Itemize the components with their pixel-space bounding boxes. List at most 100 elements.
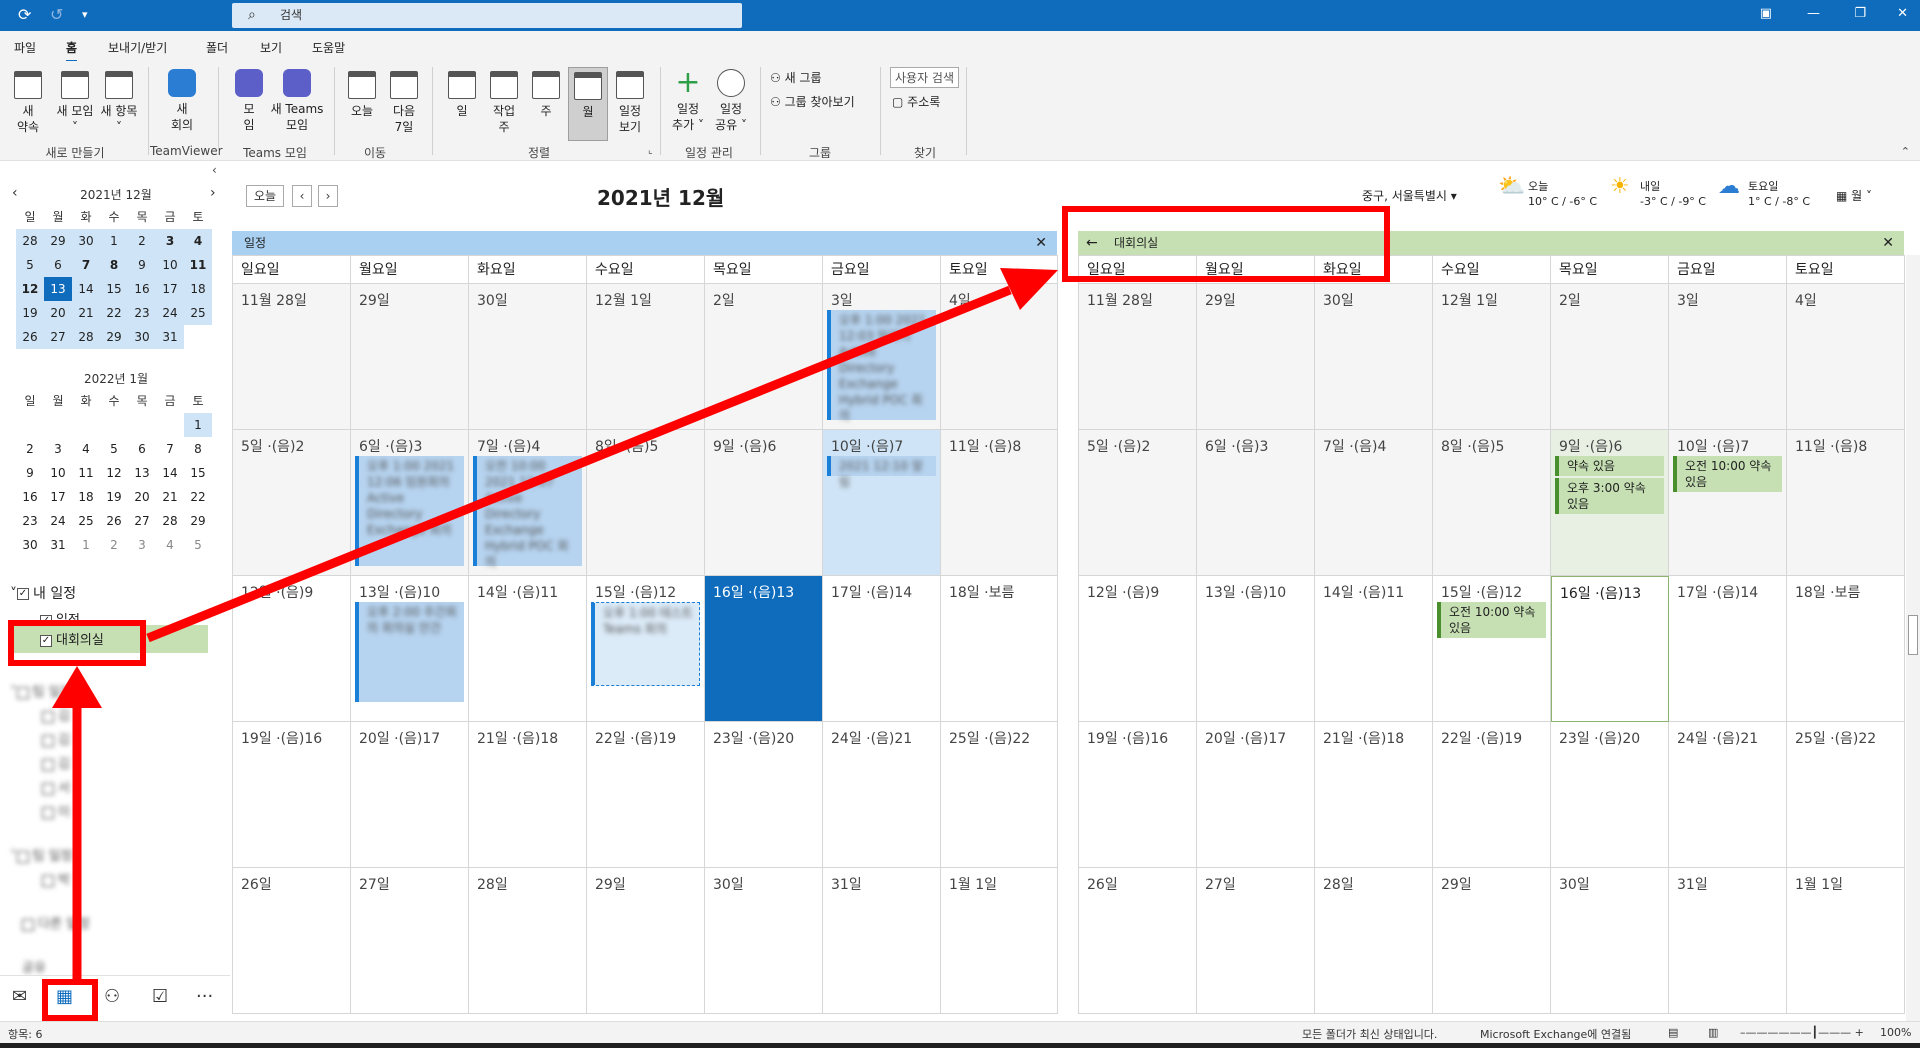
calendar-event[interactable]: 2021 12:10 알림 [827,456,936,489]
close-icon[interactable]: ✕ [1035,231,1047,255]
mini-calendar-day[interactable]: 12 [16,277,44,301]
next-7-days-button[interactable]: 다음 7일 [386,71,422,135]
folder-item[interactable]: 서 [42,777,70,796]
day-cell[interactable]: 30일 [469,284,587,430]
mini-calendar-day[interactable]: 21 [156,485,184,509]
mini-calendar-day[interactable]: 20 [44,301,72,325]
add-calendar-button[interactable]: + 일정 추가 ˅ [670,68,706,133]
folder-item[interactable]: 김 [42,753,70,772]
next-button[interactable]: › [318,185,338,207]
mini-calendar-day[interactable]: 10 [44,461,72,485]
mini-calendar-day[interactable]: 14 [72,277,100,301]
day-cell[interactable]: 18일 ·보름 [941,576,1058,722]
day-cell[interactable]: 11월 28일 [233,284,351,430]
mini-calendar-day[interactable]: 18 [72,485,100,509]
menu-send-receive[interactable]: 보내기/받기 [108,39,167,56]
mini-calendar-day[interactable]: 3 [44,437,72,461]
calendar-event[interactable]: 오후 1:00 테스트 Teams 회의 [591,602,700,686]
menu-home[interactable]: 홈 [66,39,78,62]
mini-calendar-day[interactable]: 25 [72,509,100,533]
folder-item[interactable]: 이 [42,801,70,820]
calendar-event[interactable]: 오전 10:00 약속 있음 [1673,456,1782,492]
mini-calendar-day[interactable]: 6 [44,253,72,277]
mini-calendar-day[interactable]: 30 [72,229,100,253]
day-cell[interactable]: 1월 1일 [941,868,1058,1014]
mini-calendar-day[interactable]: 3 [128,533,156,557]
day-cell[interactable]: 18일 ·보름 [1787,576,1905,722]
day-cell[interactable]: 19일 ·(음)16 [1079,722,1197,868]
day-cell[interactable]: 4일 [1787,284,1905,430]
mini-calendar-day[interactable]: 29 [184,509,212,533]
mini-calendar-day[interactable]: 27 [44,325,72,349]
view-week-button[interactable]: 주 [528,71,564,119]
mini-calendar-day[interactable]: 15 [100,277,128,301]
mini-calendar-day[interactable]: 23 [128,301,156,325]
day-cell[interactable]: 16일 ·(음)13 [1551,576,1669,722]
new-meeting-button[interactable]: 새 모임 ˅ [52,71,98,135]
scrollbar-thumb[interactable] [1908,615,1918,655]
mini-calendar-day[interactable]: 3 [156,229,184,253]
day-cell[interactable]: 20일 ·(음)17 [1197,722,1315,868]
collapse-pane-icon[interactable]: ‹ [212,163,217,177]
day-cell[interactable]: 29일 [351,284,469,430]
day-cell[interactable]: 20일 ·(음)17 [351,722,469,868]
day-cell[interactable]: 14일 ·(음)11 [1315,576,1433,722]
day-cell[interactable]: 8일 ·(음)5 [587,430,705,576]
mini-calendar-day[interactable]: 7 [156,437,184,461]
day-cell[interactable]: 21일 ·(음)18 [469,722,587,868]
close-icon[interactable]: ✕ [1897,6,1908,21]
mini-calendar-day[interactable]: 19 [16,301,44,325]
mini-calendar-day[interactable]: 26 [100,509,128,533]
folder-group-my-calendars[interactable]: ˅ ✓ 내 일정 [10,583,76,603]
mini-calendar-day[interactable]: 30 [128,325,156,349]
ribbon-display-icon[interactable]: ▣ [1760,6,1772,21]
minimize-icon[interactable]: — [1807,6,1820,21]
calendar-event[interactable]: 오후 3:00 약속 있음 [1555,478,1664,514]
day-cell[interactable]: 23일 ·(음)20 [1551,722,1669,868]
mini-calendar-day[interactable]: 27 [128,509,156,533]
view-month-button[interactable]: 월 [568,67,608,141]
day-cell[interactable]: 15일 ·(음)12 오후 1:00 테스트 Teams 회의 [587,576,705,722]
quick-access-chevron-icon[interactable]: ▾ [82,8,88,21]
folder-other[interactable]: 다른 일정 [22,913,90,932]
mini-calendar-day[interactable]: 9 [16,461,44,485]
mini-calendar-day[interactable]: 14 [156,461,184,485]
day-cell[interactable]: 11일 ·(음)8 [941,430,1058,576]
day-cell[interactable]: 10일 ·(음)7 오전 10:00 약속 있음 [1669,430,1787,576]
mini-calendar-day[interactable]: 1 [184,413,212,437]
folder-group-team[interactable]: ˅ 팀 일정 [10,681,73,700]
teams-meeting-button[interactable]: 모 임 [232,69,266,133]
day-cell[interactable]: 3일 오후 1:00 2021 12:03 알리미 Active Director… [823,284,941,430]
day-cell[interactable]: 28일 [469,868,587,1014]
mini-calendar-day[interactable]: 20 [128,485,156,509]
sync-icon[interactable]: ⟳ [18,5,31,24]
day-cell[interactable]: 5일 ·(음)2 [1079,430,1197,576]
mini-calendar-day[interactable]: 6 [128,437,156,461]
day-cell[interactable]: 4일 [941,284,1058,430]
tasks-icon[interactable]: ☑ [152,986,168,1007]
day-cell[interactable]: 25일 ·(음)22 [1787,722,1905,868]
mini-calendar-day[interactable]: 29 [44,229,72,253]
day-cell[interactable]: 14일 ·(음)11 [469,576,587,722]
view-day-button[interactable]: 일 [444,71,480,119]
day-cell[interactable]: 30일 [1551,868,1669,1014]
mini-calendar-day[interactable]: 4 [156,533,184,557]
day-cell[interactable]: 22일 ·(음)19 [587,722,705,868]
prev-button[interactable]: ‹ [292,185,312,207]
mini-calendar-day[interactable]: 1 [100,229,128,253]
day-cell[interactable]: 11일 ·(음)8 [1787,430,1905,576]
mini-calendar-day[interactable]: 8 [184,437,212,461]
mini-calendar-day[interactable]: 23 [16,509,44,533]
day-cell[interactable]: 29일 [1197,284,1315,430]
calendar-tab-main[interactable]: 일정 ✕ [232,231,1057,255]
mini-calendar-day[interactable]: 9 [128,253,156,277]
mini-calendar-day[interactable]: 30 [16,533,44,557]
mini-calendar-day[interactable]: 2 [128,229,156,253]
day-cell[interactable]: 12일 ·(음)9 [1079,576,1197,722]
goto-today-button[interactable]: 오늘 [344,71,380,119]
search-people-input[interactable]: 사용자 검색 [890,67,960,88]
calendar-event[interactable]: 오후 1:00 2021 12:06 임원회의 Active Directory… [355,456,464,566]
reading-view-icon[interactable]: ▥ [1708,1026,1718,1039]
mini-calendar-day[interactable]: 5 [16,253,44,277]
day-cell[interactable]: 12월 1일 [587,284,705,430]
